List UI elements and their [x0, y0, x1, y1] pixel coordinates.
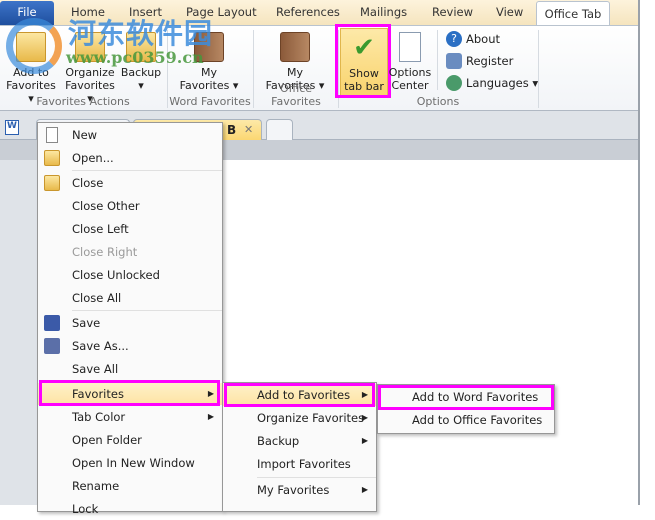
group-label: Options — [416, 95, 460, 108]
help-icon: ? — [446, 31, 462, 47]
group-label: Word Favorites — [169, 95, 251, 108]
register-button[interactable]: Register — [446, 53, 513, 69]
menu-item-open-folder[interactable]: Open Folder — [38, 429, 222, 451]
menu-item-save-all[interactable]: Save All — [38, 358, 222, 380]
label: Backup ▾ — [120, 66, 162, 92]
tab-review[interactable]: Review — [432, 5, 473, 19]
tab-context-menu: New Open... Close Close Other Close Left… — [37, 122, 223, 516]
menu-separator — [72, 310, 222, 311]
divider — [538, 30, 539, 108]
save-as-icon — [44, 338, 60, 354]
divider — [437, 30, 438, 90]
tab-view[interactable]: View — [496, 5, 523, 19]
options-center-button[interactable]: Options Center — [388, 32, 432, 92]
save-icon — [44, 315, 60, 331]
submenu-arrow-icon: ▶ — [207, 389, 214, 398]
watermark-title: 河东软件园 — [68, 17, 214, 50]
menu-item-my-favorites[interactable]: My Favorites ▶ — [223, 479, 376, 501]
menu-item-save[interactable]: Save — [38, 312, 222, 334]
globe-icon — [446, 75, 462, 91]
menu-item-backup[interactable]: Backup ▶ — [223, 430, 376, 452]
word-doc-icon: W — [5, 120, 19, 135]
register-icon — [446, 53, 462, 69]
menu-item-favorites[interactable]: Favorites ▶ — [38, 383, 222, 405]
close-folder-icon — [44, 175, 60, 191]
tab-references[interactable]: References — [276, 5, 340, 19]
watermark-url: www.pc0359.cn — [66, 48, 204, 67]
menu-item-import-favorites[interactable]: Import Favorites — [223, 453, 376, 475]
menu-item-new[interactable]: New — [38, 124, 222, 146]
menu-item-add-to-word-favorites[interactable]: Add to Word Favorites — [378, 386, 554, 408]
label: Languages ▾ — [466, 76, 539, 90]
menu-item-close[interactable]: Close — [38, 172, 222, 194]
submenu-arrow-icon: ▶ — [361, 485, 368, 494]
submenu-arrow-icon: ▶ — [361, 436, 368, 445]
menu-item-close-all[interactable]: Close All — [38, 287, 222, 309]
document-list-icon — [399, 32, 421, 62]
menu-item-save-as[interactable]: Save As... — [38, 335, 222, 357]
show-tab-bar-button[interactable]: ✔ Show tab bar — [340, 28, 388, 96]
close-tab-icon[interactable]: ✕ — [244, 123, 253, 136]
label: Register — [466, 54, 514, 68]
tab-office-tab[interactable]: Office Tab — [536, 1, 610, 27]
label: Options Center — [388, 66, 432, 92]
open-folder-icon — [44, 150, 60, 166]
add-to-favorites-submenu: Add to Word Favorites Add to Office Favo… — [377, 384, 555, 434]
menu-item-close-left[interactable]: Close Left — [38, 218, 222, 240]
label: Show tab bar — [344, 67, 384, 93]
tab-label: B — [227, 123, 237, 137]
group-label: Favorites Actions — [36, 95, 130, 108]
checkmark-icon: ✔ — [353, 33, 375, 63]
menu-item-close-unlocked[interactable]: Close Unlocked — [38, 264, 222, 286]
label: About — [466, 32, 501, 46]
languages-button[interactable]: Languages ▾ — [446, 75, 538, 91]
about-button[interactable]: ? About — [446, 31, 500, 47]
book-icon — [280, 32, 310, 62]
menu-item-rename[interactable]: Rename — [38, 475, 222, 497]
menu-item-organize-favorites[interactable]: Organize Favorites ▶ — [223, 407, 376, 429]
new-document-icon — [46, 127, 58, 143]
favorites-submenu: Add to Favorites ▶ Organize Favorites ▶ Ba… — [222, 382, 377, 512]
menu-item-tab-color[interactable]: Tab Color ▶ — [38, 406, 222, 428]
watermark-logo — [6, 18, 62, 74]
menu-item-close-other[interactable]: Close Other — [38, 195, 222, 217]
submenu-arrow-icon: ▶ — [361, 390, 368, 399]
menu-separator — [257, 477, 376, 478]
menu-separator — [72, 170, 222, 171]
new-tab-button[interactable] — [266, 119, 293, 140]
menu-item-open[interactable]: Open... — [38, 147, 222, 169]
menu-item-open-new-window[interactable]: Open In New Window — [38, 452, 222, 474]
submenu-arrow-icon: ▶ — [361, 413, 368, 422]
menu-item-lock[interactable]: Lock — [38, 498, 222, 520]
submenu-arrow-icon: ▶ — [207, 412, 214, 421]
label: My Favorites ▾ — [179, 66, 239, 92]
tab-mailings[interactable]: Mailings — [360, 5, 407, 19]
menu-item-add-to-office-favorites[interactable]: Add to Office Favorites — [378, 409, 554, 431]
group-label: Office Favorites — [271, 82, 321, 108]
menu-item-close-right: Close Right — [72, 245, 138, 259]
menu-item-add-to-favorites[interactable]: Add to Favorites ▶ — [223, 384, 376, 406]
